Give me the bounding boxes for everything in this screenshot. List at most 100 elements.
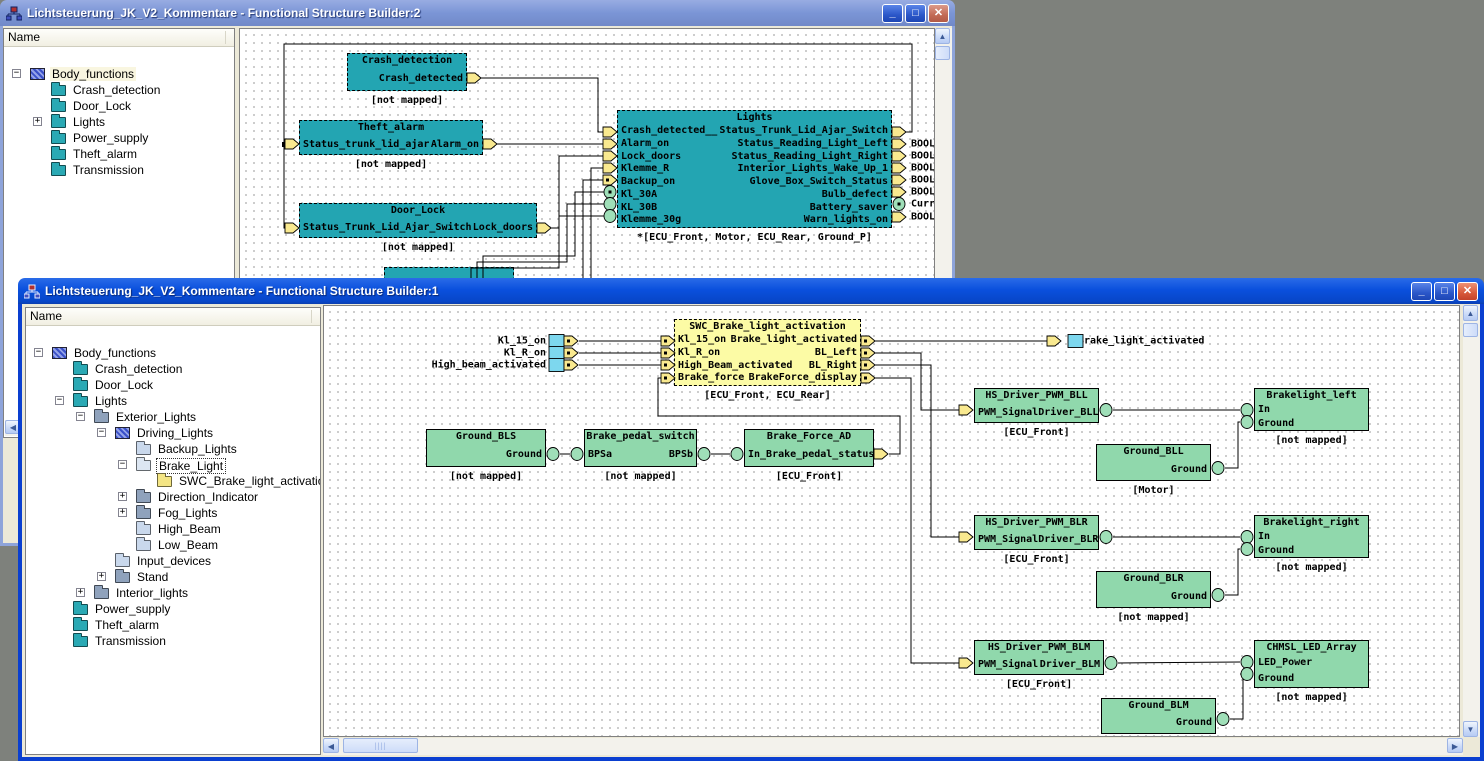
port-oval[interactable] <box>604 210 616 223</box>
tree-item-body_functions[interactable]: −Body_functions <box>26 345 320 361</box>
port-square[interactable] <box>549 347 564 360</box>
tree-expander[interactable]: + <box>97 572 106 581</box>
scroll-thumb[interactable] <box>935 46 950 60</box>
tree-item-high_beam[interactable]: High_Beam <box>26 521 320 537</box>
port-arrow[interactable] <box>603 127 617 137</box>
tree-item-label[interactable]: High_Beam <box>156 522 223 536</box>
port-circledot[interactable] <box>893 198 905 211</box>
function-block-hs_driver_pwm_blm[interactable]: HS_Driver_PWM_BLMPWM_SignalDriver_BLM <box>974 640 1104 675</box>
port-arrow[interactable] <box>537 223 551 233</box>
tree-item-label[interactable]: SWC_Brake_light_activation <box>177 474 320 488</box>
port-arrowdot[interactable] <box>661 360 675 370</box>
port-arrowdot[interactable] <box>861 348 875 358</box>
port-arrow[interactable] <box>467 73 481 83</box>
close-button[interactable]: ✕ <box>928 4 949 23</box>
tree-item-label[interactable]: Power_supply <box>71 131 150 145</box>
port-oval[interactable] <box>604 198 616 211</box>
port-circledot[interactable] <box>604 186 616 199</box>
tree-expander[interactable]: − <box>76 412 85 421</box>
tree-item-stand[interactable]: + Stand <box>26 569 320 585</box>
port-arrow[interactable] <box>892 175 906 185</box>
port-oval[interactable] <box>731 448 743 461</box>
port-oval[interactable] <box>1212 589 1224 602</box>
port-arrowdot[interactable] <box>661 373 675 383</box>
tree-item-transmission[interactable]: Transmission <box>4 162 234 178</box>
maximize-button[interactable]: □ <box>905 4 926 23</box>
port-arrowdot[interactable] <box>861 360 875 370</box>
port-arrowdot[interactable] <box>603 175 617 185</box>
port-arrow[interactable] <box>1047 336 1061 346</box>
port-arrowdot[interactable] <box>564 348 578 358</box>
port-arrowdot[interactable] <box>564 336 578 346</box>
titlebar-fsb2[interactable]: Lichtsteuerung_JK_V2_Kommentare - Functi… <box>0 0 955 26</box>
port-square[interactable] <box>549 359 564 372</box>
port-arrow[interactable] <box>603 139 617 149</box>
port-arrow[interactable] <box>483 139 497 149</box>
hscrollbar[interactable]: ◀ |||| ▶ <box>323 738 1463 755</box>
port-oval[interactable] <box>1241 416 1253 429</box>
tree-item-label[interactable]: Input_devices <box>135 554 213 568</box>
tree-expander[interactable]: − <box>55 396 64 405</box>
tree-item-backup_lights[interactable]: Backup_Lights <box>26 441 320 457</box>
port-arrow[interactable] <box>603 163 617 173</box>
function-block-ground_blr[interactable]: Ground_BLRGround <box>1096 571 1211 608</box>
function-block-hs_driver_pwm_bll[interactable]: HS_Driver_PWM_BLLPWM_SignalDriver_BLL <box>974 388 1099 423</box>
function-block-brake_pedal_switch[interactable]: Brake_pedal_switchBPSaBPSb <box>584 429 697 467</box>
port-oval[interactable] <box>1212 462 1224 475</box>
scroll-down-button[interactable]: ▼ <box>1463 721 1478 737</box>
function-block-door_lock[interactable]: Door_LockStatus_Trunk_Lid_Ajar_SwitchLoc… <box>299 203 537 238</box>
tree-item-label[interactable]: Backup_Lights <box>156 442 239 456</box>
tree-expander[interactable]: + <box>33 117 42 126</box>
tree-item-fog_lights[interactable]: +Fog_Lights <box>26 505 320 521</box>
tree-item-label[interactable]: Crash_detection <box>93 362 184 376</box>
tree-item-exterior_lights[interactable]: −Exterior_Lights <box>26 409 320 425</box>
tree-item-crash_detection[interactable]: Crash_detection <box>26 361 320 377</box>
tree-item-label[interactable]: Transmission <box>71 163 146 177</box>
tree-expander[interactable]: − <box>97 428 106 437</box>
port-arrowdot[interactable] <box>661 336 675 346</box>
function-block-lights[interactable]: LightsCrash_detected__Status_Trunk_Lid_A… <box>617 110 892 228</box>
tree-item-body_functions[interactable]: −Body_functions <box>4 66 234 82</box>
port-arrow[interactable] <box>285 139 299 149</box>
scroll-right-button[interactable]: ▶ <box>1447 738 1463 753</box>
tree-item-label[interactable]: Lights <box>71 115 107 129</box>
diagram-canvas[interactable]: SWC_Brake_light_activationKl_15_onBrake_… <box>323 305 1460 737</box>
port-arrow[interactable] <box>959 532 973 542</box>
port-oval[interactable] <box>698 448 710 461</box>
port-oval[interactable] <box>1105 657 1117 670</box>
maximize-button[interactable]: □ <box>1434 282 1455 301</box>
function-block-ground_bls[interactable]: Ground_BLSGround <box>426 429 546 467</box>
function-block-brake_force_ad[interactable]: Brake_Force_ADIn_Brake_pedal_status <box>744 429 874 467</box>
scroll-up-button[interactable]: ▲ <box>935 28 950 44</box>
scroll-thumb[interactable] <box>1463 323 1478 337</box>
scroll-thumb[interactable]: |||| <box>343 738 418 753</box>
function-block-swc_brake_light_activation[interactable]: SWC_Brake_light_activationKl_15_onBrake_… <box>674 319 861 386</box>
tree-item-label[interactable]: Theft_alarm <box>71 147 139 161</box>
tree-item-power_supply[interactable]: Power_supply <box>4 130 234 146</box>
tree-item-door_lock[interactable]: Door_Lock <box>26 377 320 393</box>
port-oval[interactable] <box>571 448 583 461</box>
tree-item-crash_detection[interactable]: Crash_detection <box>4 82 234 98</box>
minimize-button[interactable]: _ <box>882 4 903 23</box>
function-block-ground_bll[interactable]: Ground_BLLGround <box>1096 444 1211 481</box>
tree-item-input_devices[interactable]: Input_devices <box>26 553 320 569</box>
tree-item-low_beam[interactable]: Low_Beam <box>26 537 320 553</box>
tree-item-label[interactable]: Driving_Lights <box>135 426 215 440</box>
tree-item-transmission[interactable]: Transmission <box>26 633 320 649</box>
function-block-crash_detection[interactable]: Crash_detectionCrash_detected <box>347 53 467 91</box>
tree-item-label[interactable]: Low_Beam <box>156 538 220 552</box>
tree-item-swc_brake_light_activation[interactable]: SWC_Brake_light_activation <box>26 473 320 489</box>
vscrollbar[interactable]: ▲ ▼ <box>1463 305 1480 737</box>
port-oval[interactable] <box>1241 668 1253 681</box>
titlebar-fsb1[interactable]: Lichtsteuerung_JK_V2_Kommentare - Functi… <box>18 278 1484 304</box>
port-oval[interactable] <box>1241 656 1253 669</box>
tree-item-lights[interactable]: −Lights <box>26 393 320 409</box>
tree-expander[interactable]: + <box>76 588 85 597</box>
scroll-up-button[interactable]: ▲ <box>1463 305 1478 321</box>
tree-item-label[interactable]: Stand <box>135 570 170 584</box>
port-arrow[interactable] <box>892 139 906 149</box>
port-arrowdot[interactable] <box>861 373 875 383</box>
tree-item-label[interactable]: Brake_Light <box>156 458 226 474</box>
function-block-chmsl_led_array[interactable]: CHMSL_LED_ArrayLED_PowerGround <box>1254 640 1369 688</box>
tree-item-theft_alarm[interactable]: Theft_alarm <box>4 146 234 162</box>
